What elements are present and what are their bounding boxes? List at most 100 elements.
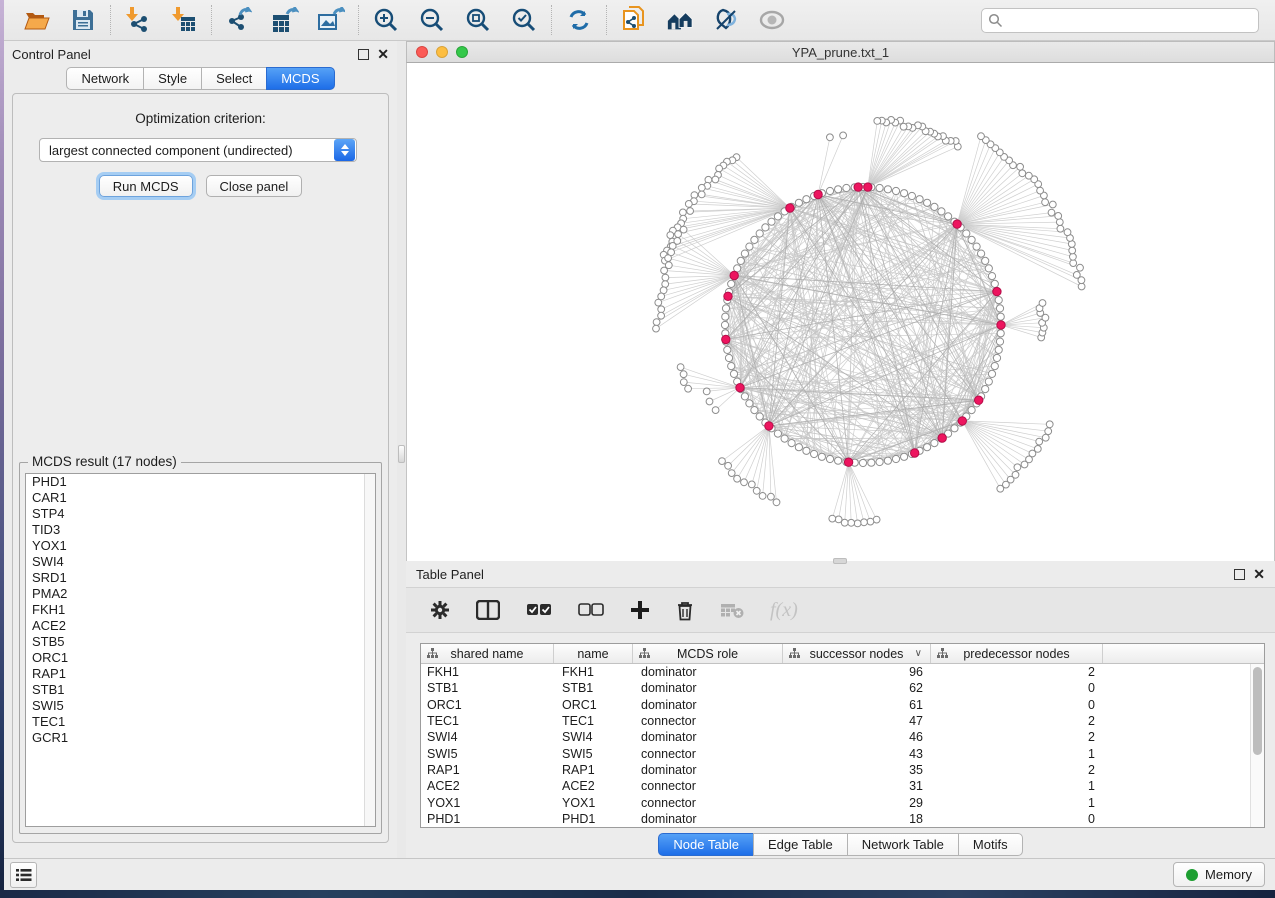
save-session-icon[interactable] xyxy=(69,6,97,34)
select-stepper-icon xyxy=(334,139,355,161)
export-network-icon[interactable] xyxy=(225,6,253,34)
cell-name: FKH1 xyxy=(554,665,633,679)
cell-name: RAP1 xyxy=(554,763,633,777)
zoom-out-icon[interactable] xyxy=(418,6,446,34)
splitter-handle[interactable] xyxy=(398,445,405,463)
cell-successor-nodes: 31 xyxy=(783,779,931,793)
hide-selected-icon[interactable] xyxy=(712,6,740,34)
function-builder-icon[interactable]: f(x) xyxy=(770,595,798,625)
column-header-name[interactable]: name xyxy=(554,644,633,663)
zoom-in-icon[interactable] xyxy=(372,6,400,34)
table-row[interactable]: ORC1ORC1dominator610 xyxy=(421,697,1250,713)
table-row[interactable]: FKH1FKH1dominator962 xyxy=(421,664,1250,680)
float-table-panel-icon[interactable] xyxy=(1234,569,1245,580)
table-row[interactable]: YOX1YOX1connector291 xyxy=(421,794,1250,810)
list-item[interactable]: ACE2 xyxy=(26,618,375,634)
zoom-fit-icon[interactable] xyxy=(464,6,492,34)
table-scrollbar[interactable] xyxy=(1250,664,1264,827)
delete-table-icon[interactable] xyxy=(720,595,744,625)
table-row[interactable]: ACE2ACE2connector311 xyxy=(421,778,1250,794)
list-item[interactable]: STB1 xyxy=(26,682,375,698)
list-item[interactable]: PMA2 xyxy=(26,586,375,602)
tab-edge-table[interactable]: Edge Table xyxy=(753,833,848,856)
show-all-icon[interactable] xyxy=(758,6,786,34)
table-settings-icon[interactable] xyxy=(430,595,450,625)
cell-MCDS-role: connector xyxy=(633,779,783,793)
split-panel-icon[interactable] xyxy=(476,595,500,625)
list-item[interactable]: SWI4 xyxy=(26,554,375,570)
first-neighbors-icon[interactable] xyxy=(666,6,694,34)
tab-style[interactable]: Style xyxy=(143,67,202,90)
table-row[interactable]: PHD1PHD1dominator180 xyxy=(421,811,1250,827)
cell-shared-name: YOX1 xyxy=(421,796,554,810)
result-list-scrollbar[interactable] xyxy=(364,474,375,826)
import-network-icon[interactable] xyxy=(124,6,152,34)
search-input[interactable] xyxy=(1003,13,1252,28)
list-item[interactable]: PHD1 xyxy=(26,474,375,490)
list-item[interactable]: GCR1 xyxy=(26,730,375,746)
add-column-icon[interactable] xyxy=(630,595,650,625)
clone-network-icon[interactable] xyxy=(620,6,648,34)
run-mcds-button[interactable]: Run MCDS xyxy=(99,175,193,197)
tab-select[interactable]: Select xyxy=(201,67,267,90)
list-item[interactable]: TEC1 xyxy=(26,714,375,730)
list-item[interactable]: FKH1 xyxy=(26,602,375,618)
cell-predecessor-nodes: 2 xyxy=(931,730,1103,744)
table-row[interactable]: SWI4SWI4dominator462 xyxy=(421,729,1250,745)
zoom-selected-icon[interactable] xyxy=(510,6,538,34)
mcds-result-list[interactable]: PHD1CAR1STP4TID3YOX1SWI4SRD1PMA2FKH1ACE2… xyxy=(25,473,376,827)
column-header-predecessor-nodes[interactable]: predecessor nodes xyxy=(931,644,1103,663)
apply-layout-icon[interactable] xyxy=(565,6,593,34)
column-header-shared-name[interactable]: shared name xyxy=(421,644,554,663)
tab-mcds[interactable]: MCDS xyxy=(266,67,334,90)
cell-shared-name: SWI5 xyxy=(421,747,554,761)
list-item[interactable]: SRD1 xyxy=(26,570,375,586)
column-header-successor-nodes[interactable]: successor nodes∨ xyxy=(783,644,931,663)
tab-network-table[interactable]: Network Table xyxy=(847,833,959,856)
vertical-splitter[interactable] xyxy=(397,41,406,858)
memory-button[interactable]: Memory xyxy=(1173,862,1265,887)
mcds-result-title: MCDS result (17 nodes) xyxy=(28,454,181,469)
cell-successor-nodes: 43 xyxy=(783,747,931,761)
cell-name: ORC1 xyxy=(554,698,633,712)
select-all-icon[interactable] xyxy=(526,595,552,625)
tab-network[interactable]: Network xyxy=(66,67,144,90)
list-item[interactable]: RAP1 xyxy=(26,666,375,682)
network-window-titlebar[interactable]: YPA_prune.txt_1 xyxy=(406,41,1275,63)
list-item[interactable]: TID3 xyxy=(26,522,375,538)
optimization-criterion-select[interactable]: largest connected component (undirected) xyxy=(39,138,357,162)
list-item[interactable]: CAR1 xyxy=(26,490,375,506)
list-item[interactable]: ORC1 xyxy=(26,650,375,666)
tab-motifs[interactable]: Motifs xyxy=(958,833,1023,856)
cell-predecessor-nodes: 1 xyxy=(931,779,1103,793)
float-panel-icon[interactable] xyxy=(358,49,369,60)
cell-MCDS-role: dominator xyxy=(633,763,783,777)
close-panel-button[interactable]: Close panel xyxy=(206,175,303,197)
delete-column-icon[interactable] xyxy=(676,595,694,625)
table-row[interactable]: STB1STB1dominator620 xyxy=(421,680,1250,696)
cell-MCDS-role: connector xyxy=(633,714,783,728)
table-row[interactable]: TEC1TEC1connector472 xyxy=(421,713,1250,729)
close-table-panel-icon[interactable]: ✕ xyxy=(1253,569,1265,580)
table-scrollbar-thumb[interactable] xyxy=(1253,667,1262,755)
tab-node-table[interactable]: Node Table xyxy=(658,833,754,856)
close-panel-icon[interactable]: ✕ xyxy=(377,49,389,60)
list-item[interactable]: STP4 xyxy=(26,506,375,522)
export-image-icon[interactable] xyxy=(317,6,345,34)
export-table-icon[interactable] xyxy=(271,6,299,34)
network-canvas[interactable] xyxy=(406,63,1275,561)
deselect-all-icon[interactable] xyxy=(578,595,604,625)
list-item[interactable]: STB5 xyxy=(26,634,375,650)
table-row[interactable]: RAP1RAP1dominator352 xyxy=(421,762,1250,778)
desktop-wallpaper-bottom xyxy=(0,890,1275,898)
cell-predecessor-nodes: 1 xyxy=(931,796,1103,810)
search-box[interactable] xyxy=(981,8,1259,33)
column-header-MCDS-role[interactable]: MCDS role xyxy=(633,644,783,663)
import-table-icon[interactable] xyxy=(170,6,198,34)
open-file-icon[interactable] xyxy=(23,6,51,34)
list-item[interactable]: YOX1 xyxy=(26,538,375,554)
task-history-button[interactable] xyxy=(10,862,37,888)
list-item[interactable]: SWI5 xyxy=(26,698,375,714)
table-row[interactable]: SWI5SWI5connector431 xyxy=(421,745,1250,761)
table-panel-splitter-handle[interactable] xyxy=(833,558,847,564)
